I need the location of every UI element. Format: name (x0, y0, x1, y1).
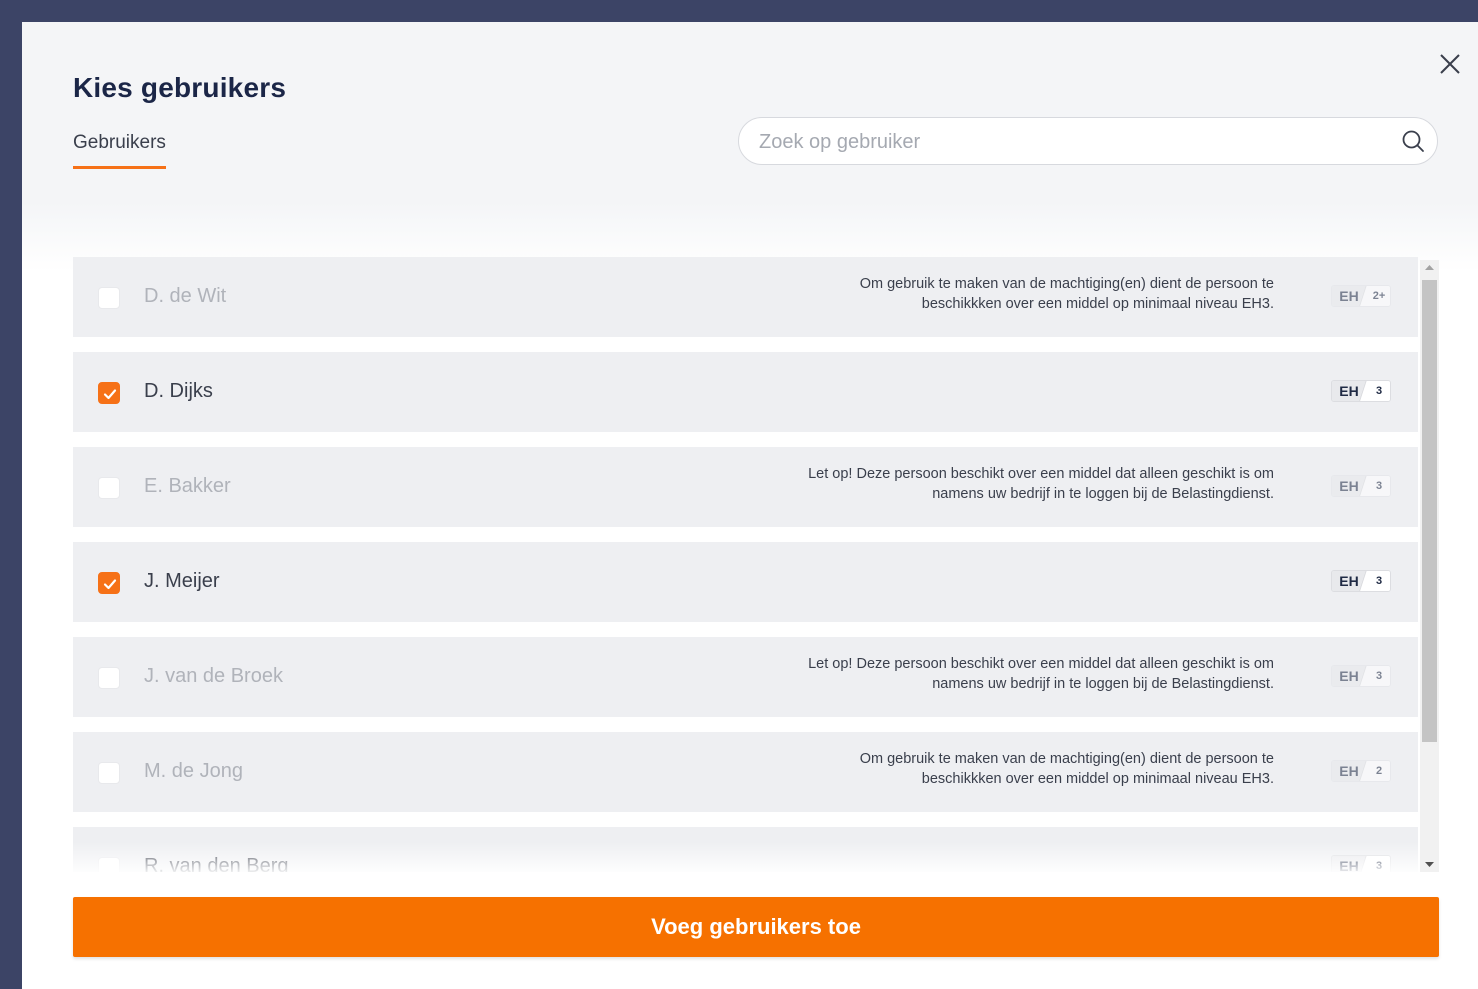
eh-level-badge: EH 3 (1331, 475, 1391, 497)
add-users-button[interactable]: Voeg gebruikers toe (73, 897, 1439, 957)
badge-level: 2+ (1372, 290, 1386, 302)
close-icon[interactable] (1436, 50, 1464, 78)
user-name: M. de Jong (144, 760, 243, 782)
eh-level-badge: EH 3 (1331, 570, 1391, 592)
scroll-thumb[interactable] (1422, 280, 1437, 742)
user-name: D. de Wit (144, 285, 227, 307)
badge-level: 2 (1375, 765, 1383, 777)
user-name: R. van den Berg (144, 855, 289, 872)
user-name: J. Meijer (144, 570, 220, 592)
modal-header: Kies gebruikers Gebruikers (22, 22, 1478, 272)
user-checkbox[interactable] (98, 477, 120, 499)
modal-footer: Voeg gebruikers toe (22, 872, 1478, 989)
user-note-line: Let op! Deze persoon beschikt over een m… (808, 656, 1274, 672)
search-box (738, 117, 1438, 166)
user-note-line: Let op! Deze persoon beschikt over een m… (808, 466, 1274, 482)
user-checkbox[interactable] (98, 667, 120, 689)
user-name: J. van de Broek (144, 665, 283, 687)
user-checkbox[interactable] (98, 382, 120, 404)
user-row[interactable]: R. van den Berg EH 3 (73, 827, 1418, 872)
checkmark-icon (103, 389, 117, 400)
user-note-line: namens uw bedrijf in te loggen bij de Be… (932, 486, 1274, 502)
user-note-line: Om gebruik te maken van de machtiging(en… (859, 751, 1274, 767)
badge-level: 3 (1375, 385, 1383, 397)
user-note-line: beschikkken over een middel op minimaal … (921, 771, 1274, 787)
user-name: E. Bakker (144, 475, 231, 497)
tab-users[interactable]: Gebruikers (73, 132, 166, 169)
badge-level: 3 (1375, 860, 1383, 872)
eh-level-badge: EH 2 (1331, 760, 1391, 782)
user-note: Let op! Deze persoon beschikt over een m… (714, 654, 1274, 694)
user-note: Let op! Deze persoon beschikt over een m… (714, 464, 1274, 504)
user-note: Om gebruik te maken van de machtiging(en… (714, 274, 1274, 314)
choose-users-modal: Kies gebruikers Gebruikers D. de Wit Om g… (22, 22, 1478, 989)
scroll-up-icon[interactable] (1420, 260, 1439, 276)
checkmark-icon (103, 579, 117, 590)
eh-level-badge: EH 3 (1331, 380, 1391, 402)
user-row: M. de Jong Om gebruik te maken van de mac… (73, 732, 1418, 812)
user-row: D. de Wit Om gebruik te maken van de mach… (73, 257, 1418, 337)
badge-level: 3 (1375, 480, 1383, 492)
scrollbar[interactable] (1420, 260, 1439, 872)
user-note-line: beschikkken over een middel op minimaal … (921, 296, 1274, 312)
modal-title: Kies gebruikers (73, 72, 287, 103)
user-name: D. Dijks (144, 380, 213, 402)
badge-level: 3 (1375, 575, 1383, 587)
user-checkbox[interactable] (98, 857, 120, 872)
user-checkbox[interactable] (98, 287, 120, 309)
user-row[interactable]: D. Dijks EH 3 (73, 352, 1418, 432)
user-note-line: namens uw bedrijf in te loggen bij de Be… (932, 676, 1274, 692)
user-checkbox[interactable] (98, 762, 120, 784)
search-input[interactable] (757, 118, 1381, 166)
user-list: D. de Wit Om gebruik te maken van de mach… (73, 257, 1420, 872)
search-icon[interactable] (1401, 129, 1425, 153)
scroll-down-icon[interactable] (1420, 856, 1439, 872)
user-note-line: Om gebruik te maken van de machtiging(en… (859, 276, 1274, 292)
user-row[interactable]: J. Meijer EH 3 (73, 542, 1418, 622)
eh-level-badge: EH 2+ (1331, 285, 1391, 307)
eh-level-badge: EH 3 (1331, 855, 1391, 872)
user-checkbox[interactable] (98, 572, 120, 594)
badge-level: 3 (1375, 670, 1383, 682)
user-note: Om gebruik te maken van de machtiging(en… (714, 749, 1274, 789)
eh-level-badge: EH 3 (1331, 665, 1391, 687)
user-row: E. Bakker Let op! Deze persoon beschikt o… (73, 447, 1418, 527)
user-row: J. van de Broek Let op! Deze persoon besc… (73, 637, 1418, 717)
